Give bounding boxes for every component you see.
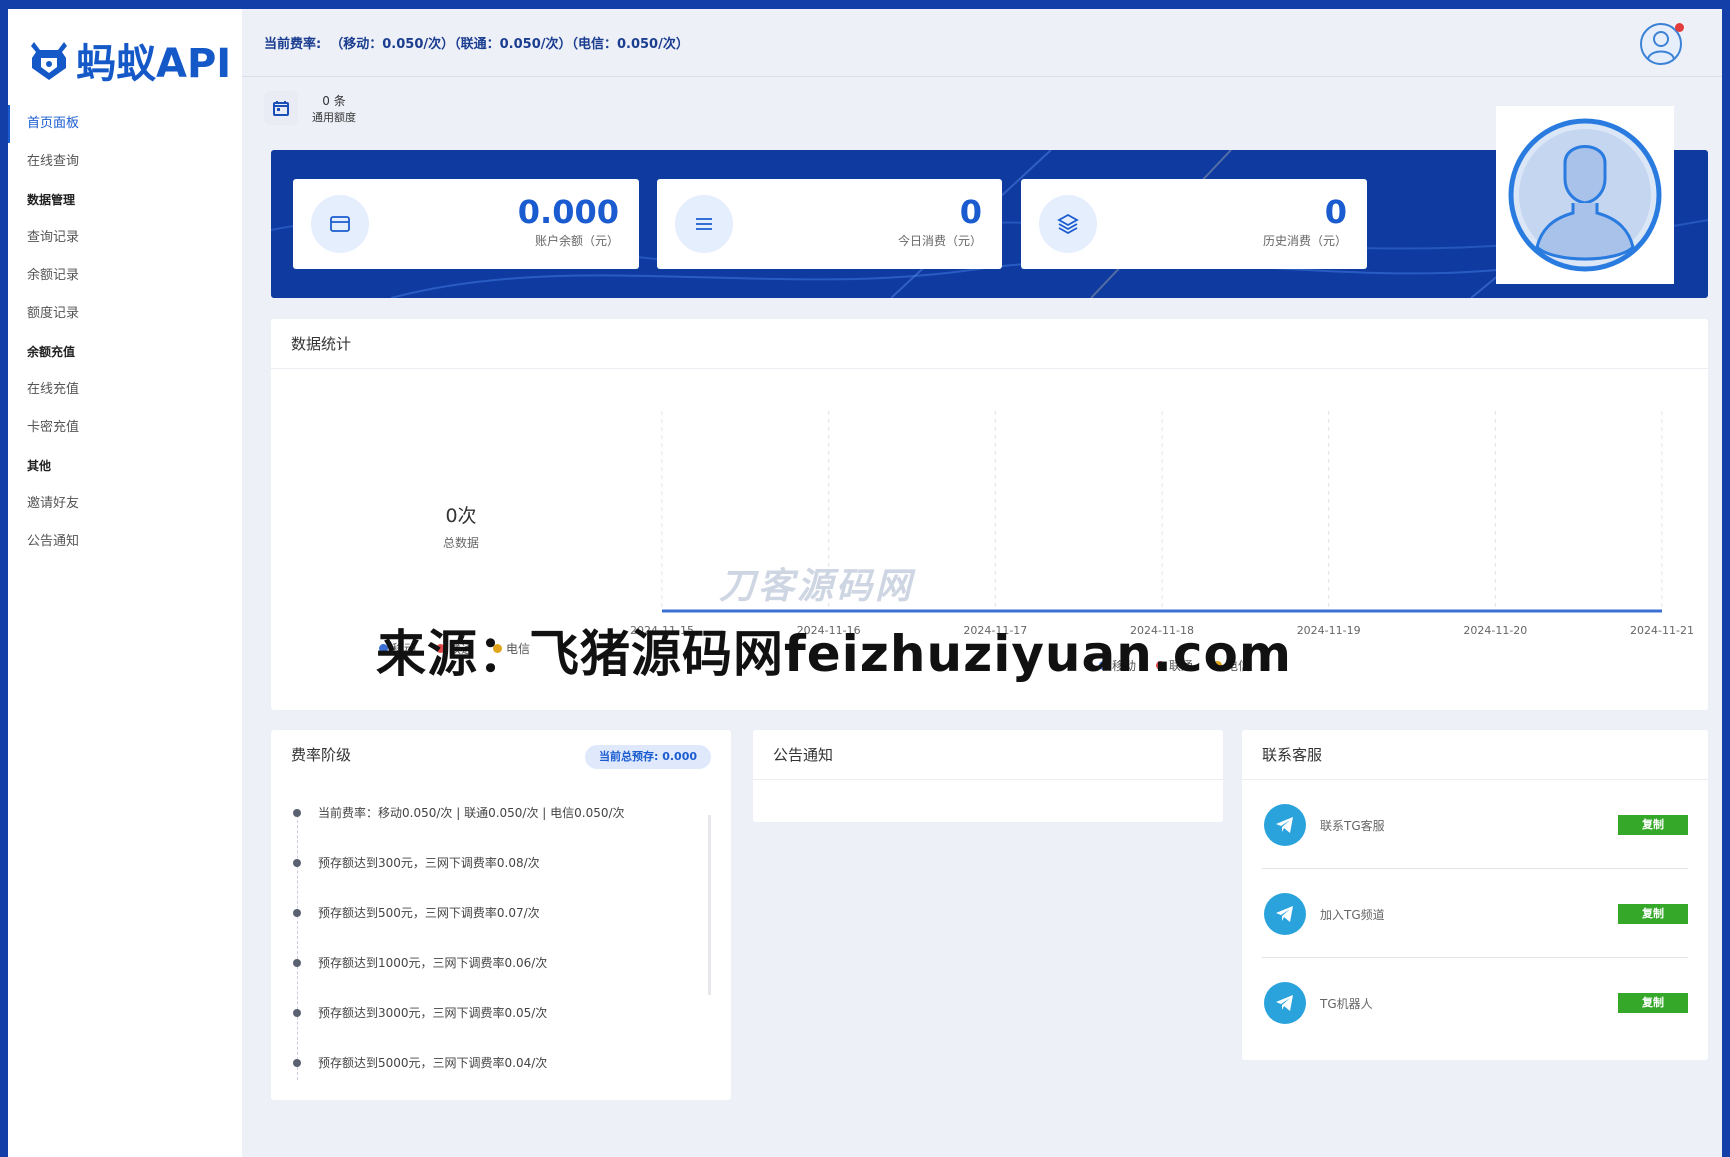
contact-label: 联系TG客服	[1320, 819, 1385, 833]
copy-button[interactable]: 复制	[1618, 993, 1688, 1013]
rate-tier-item: 预存额达到1000元，三网下调费率0.06/次	[291, 955, 691, 1005]
total-prestore-value: 0.000	[662, 750, 697, 763]
total-prestore-label: 当前总预存:	[598, 750, 659, 763]
current-rate-text: 当前费率: （移动：0.050/次）（联通：0.050/次）（电信：0.050/…	[264, 37, 689, 52]
x-tick-label: 2024-11-21	[1630, 624, 1694, 637]
sidebar-item[interactable]: 在线查询	[8, 143, 242, 181]
stat-label: 历史消费（元）	[1262, 234, 1347, 248]
sidebar-item[interactable]: 卡密充值	[8, 409, 242, 447]
sidebar-item[interactable]: 余额记录	[8, 257, 242, 295]
total-prestore-badge: 当前总预存: 0.000	[584, 745, 711, 769]
x-tick-label: 2024-11-20	[1463, 624, 1527, 637]
profile-avatar-icon	[1508, 118, 1662, 272]
list-icon	[675, 195, 733, 253]
x-tick-label: 2024-11-19	[1297, 624, 1361, 637]
stat-card: 0 今日消费（元）	[657, 179, 1002, 269]
card-icon	[311, 195, 369, 253]
notification-dot	[1675, 23, 1684, 32]
stats-banner: 0.000 账户余额（元） 0 今日消费（元） 0 历史消费（元）	[271, 150, 1708, 298]
faint-watermark: 刀客源码网	[719, 566, 915, 607]
tier-scrollbar[interactable]	[708, 815, 711, 995]
telegram-icon	[1264, 804, 1306, 846]
quota-value: 0 条	[322, 93, 346, 108]
contact-row: TG机器人 复制	[1262, 958, 1688, 1047]
quota-label: 通用额度	[312, 110, 356, 124]
copy-button[interactable]: 复制	[1618, 815, 1688, 835]
contact-row: 加入TG频道 复制	[1262, 869, 1688, 958]
quota-widget: 0 条 通用额度	[264, 91, 356, 125]
rate-tiers-panel: 费率阶级 当前总预存: 0.000 当前费率：移动0.050/次 | 联通0.0…	[271, 730, 731, 1100]
sidebar-item[interactable]: 邀请好友	[8, 485, 242, 523]
contact-row: 联系TG客服 复制	[1262, 780, 1688, 869]
profile-avatar-card	[1496, 106, 1674, 284]
sidebar-group-label: 数据管理	[27, 193, 76, 207]
sidebar: 蚂蚁API 首页面板 在线查询数据管理查询记录 余额记录 额度记录余额充值在线充值 卡密…	[8, 9, 242, 1157]
rate-tier-item: 预存额达到3000元，三网下调费率0.05/次	[291, 1005, 691, 1055]
sidebar-nav: 首页面板 在线查询数据管理查询记录 余额记录 额度记录余额充值在线充值 卡密充值其他邀请…	[8, 105, 242, 561]
layers-icon	[1039, 195, 1097, 253]
sidebar-item[interactable]: 首页面板	[8, 105, 242, 143]
ant-logo-icon	[31, 42, 67, 80]
overlay-watermark: 来源：飞猪源码网feizhuziyuan.com	[376, 625, 1292, 683]
rate-tier-item: 预存额达到300元，三网下调费率0.08/次	[291, 855, 691, 905]
user-avatar-button[interactable]	[1640, 23, 1684, 65]
stat-value: 0.000	[517, 193, 619, 231]
stat-value: 0	[959, 193, 982, 231]
rate-tier-item: 预存额达到5000元，三网下调费率0.04/次	[291, 1055, 691, 1105]
app-frame: 蚂蚁API 首页面板 在线查询数据管理查询记录 余额记录 额度记录余额充值在线充值 卡密…	[8, 9, 1722, 1157]
logo[interactable]: 蚂蚁API	[28, 31, 231, 89]
top-header: 当前费率: （移动：0.050/次）（联通：0.050/次）（电信：0.050/…	[242, 9, 1722, 77]
sidebar-item[interactable]: 在线充值	[8, 371, 242, 409]
stat-card: 0 历史消费（元）	[1021, 179, 1367, 269]
stat-value: 0	[1324, 193, 1347, 231]
telegram-icon	[1264, 982, 1306, 1024]
sidebar-group-label: 余额充值	[27, 345, 76, 359]
contact-label: TG机器人	[1320, 997, 1373, 1011]
sidebar-item[interactable]: 查询记录	[8, 219, 242, 257]
stat-label: 账户余额（元）	[534, 234, 619, 248]
contact-title: 联系客服	[1242, 730, 1708, 780]
sidebar-item[interactable]: 额度记录	[8, 295, 242, 333]
copy-button[interactable]: 复制	[1618, 904, 1688, 924]
stat-card: 0.000 账户余额（元）	[293, 179, 639, 269]
stat-label: 今日消费（元）	[897, 234, 982, 248]
notice-panel: 公告通知	[753, 730, 1223, 822]
rate-tier-item: 当前费率：移动0.050/次 | 联通0.050/次 | 电信0.050/次	[291, 805, 691, 855]
notice-title: 公告通知	[753, 730, 1223, 780]
sidebar-item[interactable]: 公告通知	[8, 523, 242, 561]
rate-tier-item: 预存额达到500元，三网下调费率0.07/次	[291, 905, 691, 955]
contact-panel: 联系客服 联系TG客服 复制 加入TG频道 复制 TG机器人 复制	[1242, 730, 1708, 1060]
logo-text: 蚂蚁API	[76, 41, 232, 87]
rate-tier-list: 当前费率：移动0.050/次 | 联通0.050/次 | 电信0.050/次 预存…	[291, 805, 691, 1105]
telegram-icon	[1264, 893, 1306, 935]
contact-label: 加入TG频道	[1320, 908, 1385, 922]
user-icon	[1647, 31, 1675, 60]
calendar-icon	[264, 91, 298, 125]
sidebar-group-label: 其他	[27, 459, 52, 473]
